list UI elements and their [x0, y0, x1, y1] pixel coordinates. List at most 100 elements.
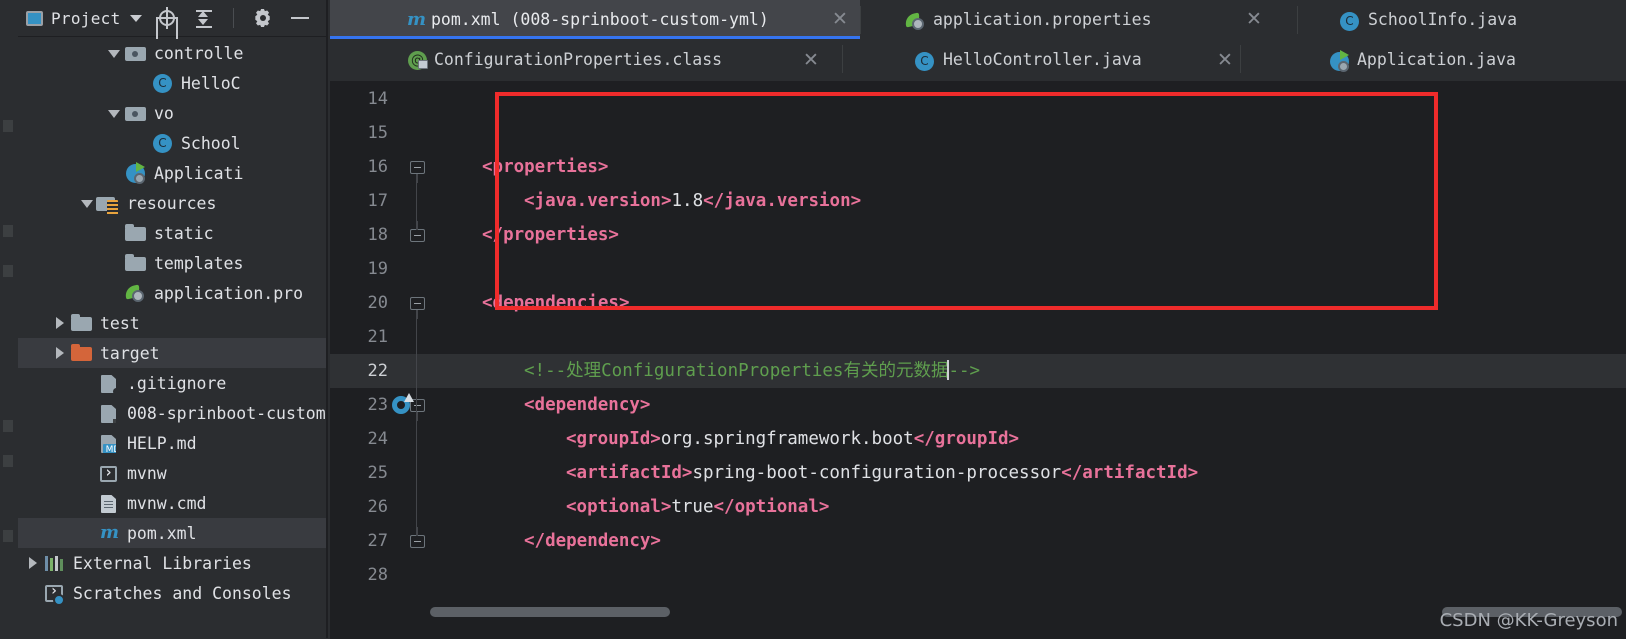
editor-tab-row-2[interactable]: ConfigurationProperties.class✕HelloContr… [330, 39, 1626, 82]
tab-close-icon[interactable]: ✕ [832, 10, 848, 29]
strip-mark [3, 120, 13, 132]
tree-item-mvnw-cmd[interactable]: mvnw.cmd [18, 488, 328, 518]
tree-item-target[interactable]: target [18, 338, 328, 368]
tree-item-application-pro[interactable]: application.pro [18, 278, 328, 308]
tree-item-pom-xml[interactable]: m pom.xml [18, 518, 328, 548]
code-line-25[interactable]: 25 <artifactId>spring-boot-configuration-… [330, 456, 1626, 490]
tree-item-school[interactable]: School [18, 128, 328, 158]
code-viewport[interactable]: 14 15 16 <properties> 17 <java.version>1.8</j… [330, 82, 1626, 639]
tool-window-strip[interactable] [0, 0, 19, 638]
code-line-18[interactable]: 18 </properties> [330, 218, 1626, 252]
tree-item-helloc[interactable]: HelloC [18, 68, 328, 98]
tree-twisty[interactable] [105, 38, 123, 68]
project-tool-window: Project controlle HelloC vo School Applicati… [18, 0, 328, 638]
project-tree[interactable]: controlle HelloC vo School Applicati resource… [18, 37, 328, 608]
chevron-down-icon[interactable] [129, 14, 142, 22]
horizontal-scrollbar-thumb[interactable] [430, 607, 670, 617]
tree-item-templates[interactable]: templates [18, 248, 328, 278]
tree-item-static[interactable]: static [18, 218, 328, 248]
code-text: <artifactId>spring-boot-configuration-pr… [566, 456, 1198, 490]
java-class-icon [1340, 10, 1362, 31]
tree-item-test[interactable]: test [18, 308, 328, 338]
spring-boot-app-icon [123, 162, 149, 184]
strip-mark [3, 455, 13, 467]
line-number: 15 [367, 123, 388, 143]
tree-twisty[interactable] [51, 338, 69, 368]
code-folding-close-icon[interactable] [410, 221, 425, 242]
minimize-icon[interactable] [289, 7, 311, 29]
code-folding-close-icon[interactable] [410, 527, 425, 548]
editor-tab-application[interactable]: Application.java [1240, 39, 1626, 81]
code-line-22[interactable]: 22 <!--处理ConfigurationProperties有关的元数据--> [330, 354, 1626, 388]
code-token: spring-boot-configuration-processor [692, 463, 1062, 483]
java-class-icon [915, 50, 937, 71]
project-panel-header: Project [18, 0, 328, 37]
tree-item-controlle[interactable]: controlle [18, 38, 328, 68]
code-line-26[interactable]: 26 <optional>true</optional> [330, 490, 1626, 524]
code-token: <java.version> [524, 191, 672, 211]
annotation-locked-icon [408, 50, 430, 70]
tree-item-label: Scratches and Consoles [73, 583, 292, 603]
tree-twisty[interactable] [78, 188, 96, 218]
line-number: 19 [367, 259, 388, 279]
tab-close-icon[interactable]: ✕ [803, 50, 819, 70]
tree-item-label: controlle [154, 43, 244, 63]
spring-properties-icon [905, 10, 927, 30]
editor-tab-application[interactable]: application.properties ✕ [860, 0, 1297, 39]
tree-item-resources[interactable]: resources [18, 188, 328, 218]
settings-gear-icon[interactable] [252, 7, 274, 29]
code-token: <properties> [482, 157, 609, 177]
code-line-24[interactable]: 24 <groupId>org.springframework.boot</gro… [330, 422, 1626, 456]
tab-close-icon[interactable]: ✕ [1217, 50, 1233, 70]
tree-item-label: .gitignore [127, 373, 227, 393]
tree-item-008-sprinboot-custom-ym[interactable]: 008-sprinboot-custom-ym [18, 398, 328, 428]
editor-tab-row-1[interactable]: m pom.xml (008-sprinboot-custom-yml) ✕ appl… [330, 0, 1626, 39]
tree-twisty[interactable] [51, 308, 69, 338]
code-token: </dependency> [524, 531, 661, 551]
code-line-23[interactable]: 23 <dependency> [330, 388, 1626, 422]
line-number: 17 [367, 191, 388, 211]
tree-item-applicati[interactable]: Applicati [18, 158, 328, 188]
code-line-14[interactable]: 14 [330, 82, 1626, 116]
code-line-19[interactable]: 19 [330, 252, 1626, 286]
tree-twisty [78, 518, 96, 548]
locate-icon[interactable] [155, 7, 178, 29]
code-line-17[interactable]: 17 <java.version>1.8</java.version> [330, 184, 1626, 218]
tree-item-gitignore[interactable]: .gitignore [18, 368, 328, 398]
fold-rail [416, 412, 417, 536]
spring-boot-app-icon [1330, 50, 1352, 72]
line-number: 26 [367, 497, 388, 517]
code-line-20[interactable]: 20 <dependencies> [330, 286, 1626, 320]
tree-twisty [105, 218, 123, 248]
code-folding-open-icon[interactable] [410, 297, 425, 319]
editor-tab-schoolinfo[interactable]: SchoolInfo.java [1297, 0, 1626, 39]
code-line-16[interactable]: 16 <properties> [330, 150, 1626, 184]
tree-twisty[interactable] [105, 98, 123, 128]
scratches-icon [42, 582, 68, 606]
code-text: </dependency> [524, 524, 661, 558]
maven-reload-icon[interactable] [392, 393, 416, 417]
line-number: 14 [367, 89, 388, 109]
tree-item-label: External Libraries [73, 553, 252, 573]
code-line-15[interactable]: 15 [330, 116, 1626, 150]
fold-rail [416, 174, 417, 230]
tree-item-label: templates [154, 253, 244, 273]
tree-item-vo[interactable]: vo [18, 98, 328, 128]
panel-resizer[interactable] [326, 0, 328, 638]
tree-item-external-libraries[interactable]: External Libraries [18, 548, 328, 578]
tab-close-icon[interactable]: ✕ [1246, 10, 1262, 29]
editor-tab-configurationproperties[interactable]: ConfigurationProperties.class ✕ [330, 39, 842, 81]
editor-tab-label: pom.xml (008-sprinboot-custom-yml) [431, 9, 769, 29]
tree-item-mvnw[interactable]: mvnw [18, 458, 328, 488]
tree-twisty[interactable] [24, 548, 42, 578]
code-line-27[interactable]: 27 </dependency> [330, 524, 1626, 558]
tree-item-help-md[interactable]: HELP.md [18, 428, 328, 458]
editor-tab-pom[interactable]: m pom.xml (008-sprinboot-custom-yml) ✕ [330, 0, 860, 39]
tree-item-scratches-and-consoles[interactable]: Scratches and Consoles [18, 578, 328, 608]
tree-item-label: resources [127, 193, 217, 213]
code-folding-open-icon[interactable] [410, 161, 425, 183]
collapse-all-icon[interactable] [193, 7, 215, 29]
code-line-21[interactable]: 21 [330, 320, 1626, 354]
code-line-28[interactable]: 28 [330, 558, 1626, 592]
editor-tab-hellocontroller[interactable]: HelloController.java ✕ [842, 39, 1240, 81]
